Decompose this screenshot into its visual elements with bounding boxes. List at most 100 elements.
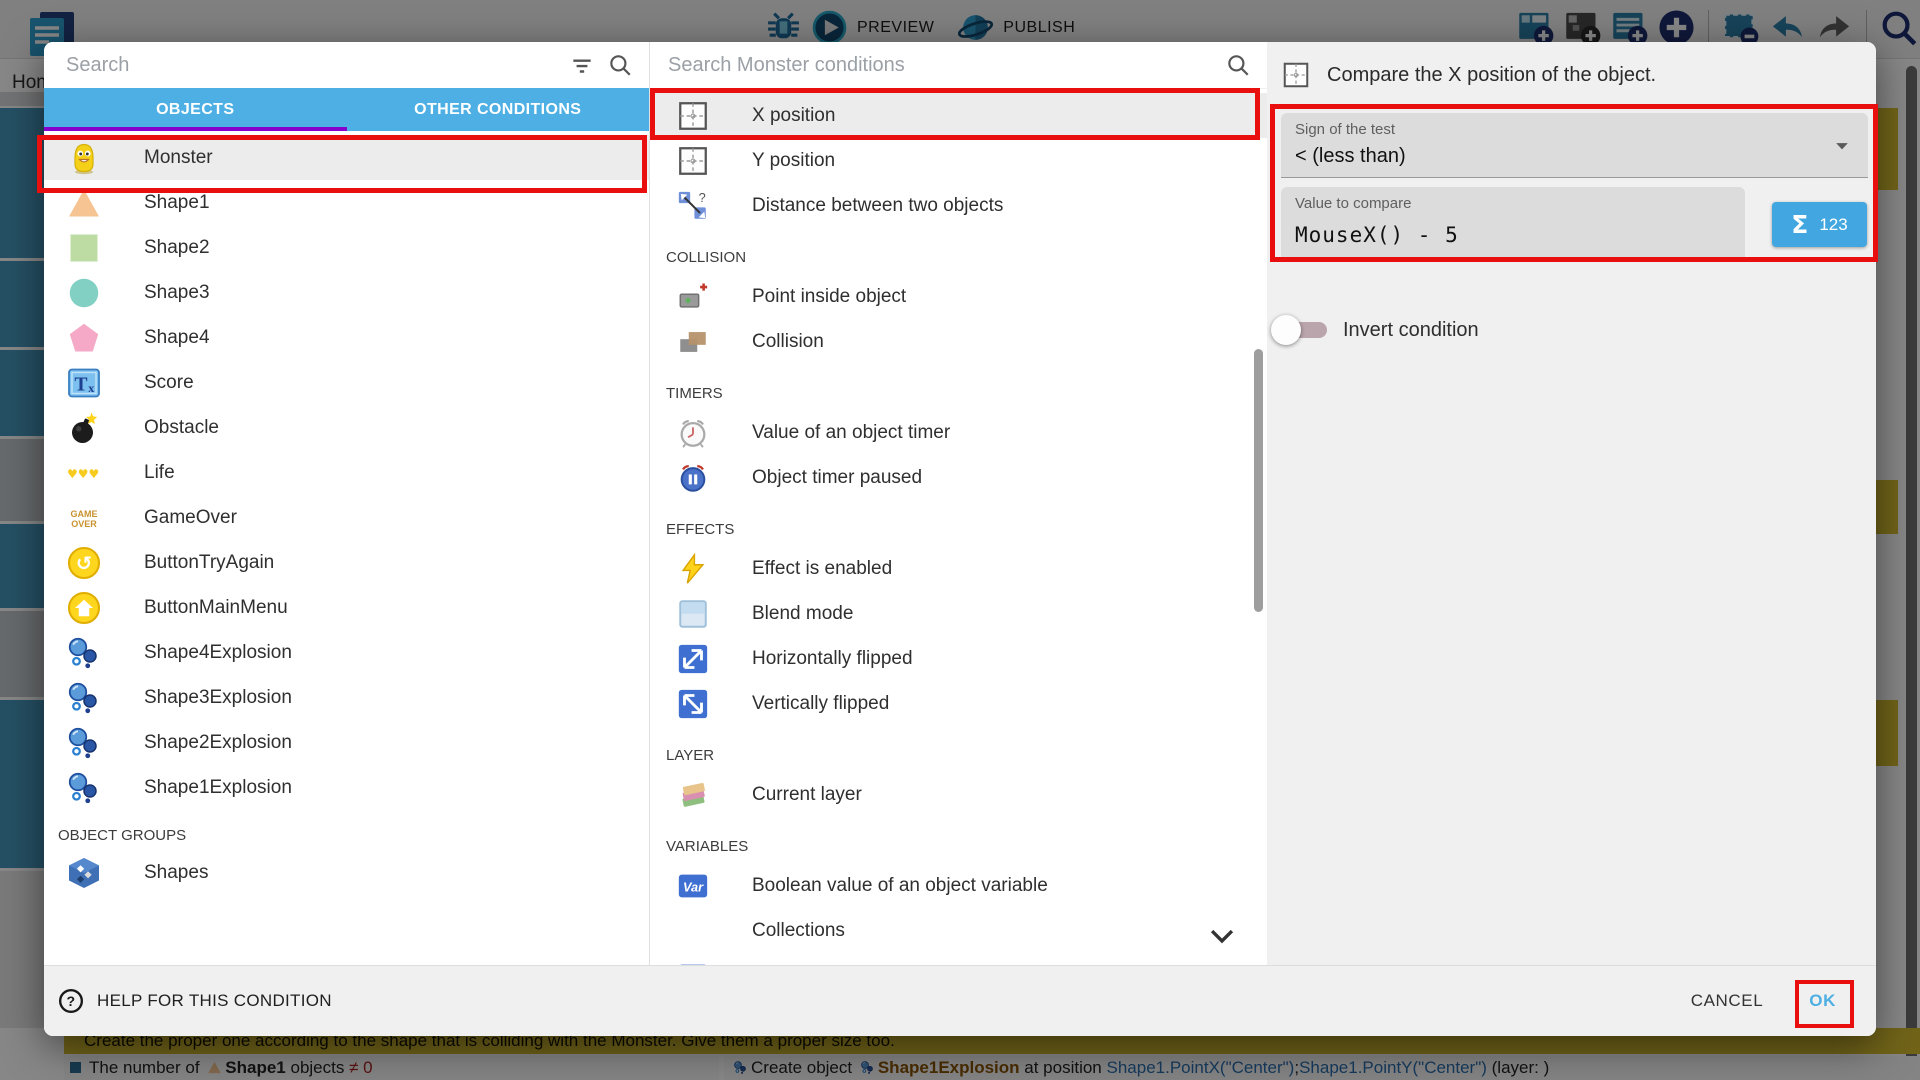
object-row-shape4explosion[interactable]: Shape4Explosion [44, 630, 649, 675]
help-icon: ? [58, 988, 84, 1014]
svg-text:x: x [88, 381, 94, 395]
condition-row-effect-is-enabled[interactable]: Effect is enabled [650, 546, 1267, 591]
value-to-compare-input[interactable]: Value to compare MouseX() - 5 [1281, 187, 1745, 258]
position-icon [676, 144, 710, 178]
filter-icon[interactable] [569, 52, 595, 78]
monster-icon [66, 140, 102, 176]
object-label: Monster [144, 147, 213, 169]
object-label: Shape2 [144, 237, 210, 259]
object-row-shape3[interactable]: Shape3 [44, 270, 649, 315]
condition-label: Value of an object timer [752, 422, 950, 444]
toggle-knob [1271, 315, 1301, 345]
objects-search-input[interactable] [44, 53, 569, 78]
object-label: Score [144, 372, 194, 394]
collision-icon [676, 325, 710, 359]
particle-emitter-icon [66, 635, 102, 671]
conditions-panel: X position Y position ?Distance between tw… [649, 42, 1267, 965]
tab-objects[interactable]: OBJECTS [44, 88, 347, 131]
condition-row-collections[interactable]: Collections [650, 908, 1267, 953]
help-button[interactable]: ? HELP FOR THIS CONDITION [58, 988, 332, 1014]
condition-row-boolean-value-of-an-object-variable[interactable]: Var Boolean value of an object variable [650, 863, 1267, 908]
object-row-score[interactable]: TxScore [44, 360, 649, 405]
dropdown-arrow-icon [1832, 136, 1852, 156]
variable-icon: Var [676, 869, 710, 903]
svg-text:?: ? [699, 189, 706, 204]
hearts-icon: ♥♥♥ [66, 455, 102, 491]
sigma-icon: Σ [1791, 210, 1808, 239]
condition-detail-panel: Compare the X position of the object. Si… [1267, 42, 1876, 965]
condition-label: Object timer paused [752, 467, 922, 489]
object-row-buttonmainmenu[interactable]: ButtonMainMenu [44, 585, 649, 630]
condition-label: Collision [752, 331, 824, 353]
condition-row-collision[interactable]: Collision [650, 319, 1267, 364]
object-list: MonsterShape1Shape2Shape3Shape4TxScoreOb… [44, 131, 649, 895]
bomb-icon [66, 410, 102, 446]
sign-of-test-select[interactable]: Sign of the test < (less than) [1281, 113, 1868, 178]
svg-text:↺: ↺ [76, 551, 92, 574]
object-label: GameOver [144, 507, 237, 529]
condition-label: Y position [752, 150, 835, 172]
object-row-shape3explosion[interactable]: Shape3Explosion [44, 675, 649, 720]
object-row-shape1explosion[interactable]: Shape1Explosion [44, 765, 649, 810]
ok-button[interactable]: OK [1809, 991, 1836, 1011]
condition-row-vertically-flipped[interactable]: Vertically flipped [650, 681, 1267, 726]
expression-builder-button[interactable]: Σ 123 [1772, 202, 1867, 247]
condition-row-y-position[interactable]: Y position [650, 138, 1267, 183]
object-label: Obstacle [144, 417, 219, 439]
object-row-buttontryagain[interactable]: ↺ ButtonTryAgain [44, 540, 649, 585]
condition-row-current-layer[interactable]: Current layer [650, 772, 1267, 817]
conditions-scrollbar[interactable] [1254, 349, 1263, 612]
condition-label: Horizontally flipped [752, 648, 913, 670]
particle-emitter-icon [66, 725, 102, 761]
conditions-search-input[interactable] [650, 53, 1225, 78]
condition-row-point-inside-object[interactable]: Point inside object [650, 274, 1267, 319]
condition-row-distance-between-two-objects[interactable]: ?Distance between two objects [650, 183, 1267, 228]
group-row-shapes[interactable]: Shapes [44, 850, 649, 895]
objects-tabs: OBJECTS OTHER CONDITIONS [44, 88, 649, 131]
cancel-button[interactable]: CANCEL [1691, 991, 1764, 1011]
objects-panel: OBJECTS OTHER CONDITIONS Monster Shape1 Sh… [44, 42, 649, 965]
condition-row-x-position[interactable]: X position [650, 93, 1267, 138]
invert-condition-label: Invert condition [1343, 319, 1479, 342]
point-inside-icon [676, 280, 710, 314]
pentagon-icon [66, 320, 102, 356]
condition-section-variables: VARIABLES [650, 817, 1267, 863]
timer-icon [676, 416, 710, 450]
help-label: HELP FOR THIS CONDITION [97, 991, 332, 1011]
condition-label: Current layer [752, 784, 862, 806]
object-row-shape4[interactable]: Shape4 [44, 315, 649, 360]
object-row-life[interactable]: ♥♥♥Life [44, 450, 649, 495]
object-row-shape2explosion[interactable]: Shape2Explosion [44, 720, 649, 765]
condition-label: Boolean value of an object variable [752, 875, 1048, 897]
gameover-icon: GAMEOVER [66, 500, 102, 536]
screen: PREVIEW PUBLISH Home [0, 0, 1920, 1080]
search-icon[interactable] [1225, 52, 1251, 78]
svg-text:GAME: GAME [71, 508, 98, 518]
condition-row-value-of-an-object-timer[interactable]: Value of an object timer [650, 410, 1267, 455]
object-row-gameover[interactable]: GAMEOVER GameOver [44, 495, 649, 540]
object-label: Shape3 [144, 282, 210, 304]
group-label: Shapes [144, 862, 208, 884]
object-label: Shape4Explosion [144, 642, 292, 664]
condition-row-horizontally-flipped[interactable]: Horizontally flipped [650, 636, 1267, 681]
condition-row-object-timer-paused[interactable]: Object timer paused [650, 455, 1267, 500]
distance-icon: ? [676, 189, 710, 223]
object-row-shape2[interactable]: Shape2 [44, 225, 649, 270]
condition-row-blend-mode[interactable]: Blend mode [650, 591, 1267, 636]
object-row-shape1[interactable]: Shape1 [44, 180, 649, 225]
object-label: Shape2Explosion [144, 732, 292, 754]
object-row-monster[interactable]: Monster [44, 135, 649, 180]
chevron-down-icon [1205, 919, 1239, 953]
search-icon[interactable] [607, 52, 633, 78]
tab-other-conditions[interactable]: OTHER CONDITIONS [347, 88, 650, 131]
position-icon [1281, 60, 1311, 90]
object-label: ButtonTryAgain [144, 552, 274, 574]
group-icon [66, 855, 102, 891]
invert-condition-toggle[interactable] [1267, 312, 1329, 348]
object-label: ButtonMainMenu [144, 597, 288, 619]
flip-horizontal-icon [676, 642, 710, 676]
object-groups-header: OBJECT GROUPS [44, 810, 649, 850]
choose-condition-dialog: OBJECTS OTHER CONDITIONS Monster Shape1 Sh… [44, 42, 1876, 1036]
object-row-obstacle[interactable]: Obstacle [44, 405, 649, 450]
svg-text:OVER: OVER [71, 519, 97, 529]
